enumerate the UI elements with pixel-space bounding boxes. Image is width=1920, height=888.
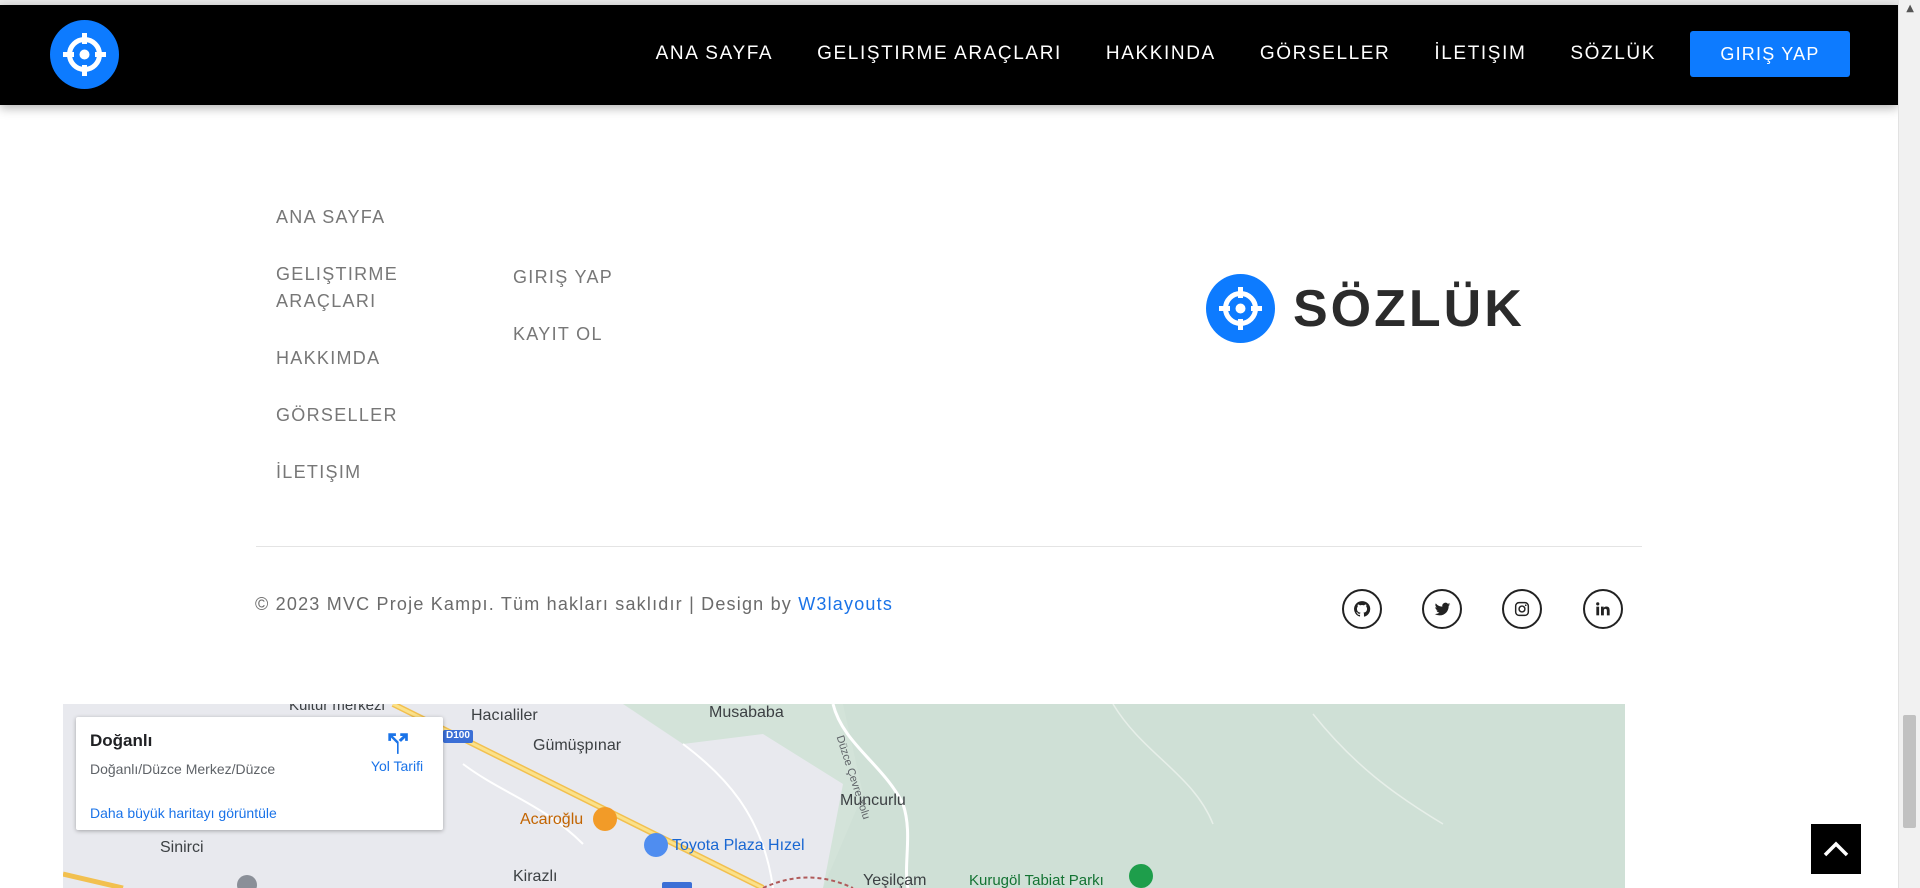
footer-link-register[interactable]: KAYIT OL bbox=[513, 321, 603, 348]
footer-link-home[interactable]: ANA SAYFA bbox=[276, 204, 385, 231]
nav-about[interactable]: HAKKINDA bbox=[1106, 43, 1216, 65]
map-label-hacialiler: Hacıaliler bbox=[471, 707, 538, 724]
nav-dev-tools[interactable]: GELIŞTIRME ARAÇLARI bbox=[817, 43, 1062, 65]
instagram-link[interactable] bbox=[1502, 589, 1542, 629]
copyright-text: © 2023 MVC Proje Kampı. Tüm hakları sakl… bbox=[255, 594, 799, 614]
nav-home[interactable]: ANA SAYFA bbox=[656, 43, 774, 65]
embedded-map[interactable]: Kültür merkezi Hacıaliler Musababa Gümüş… bbox=[63, 704, 1625, 888]
footer-link-contact[interactable]: İLETIŞIM bbox=[276, 459, 361, 486]
nav-links: ANA SAYFA GELIŞTIRME ARAÇLARI HAKKINDA G… bbox=[612, 31, 1850, 77]
map-label-acaroglu: Acaroğlu bbox=[520, 811, 584, 828]
page-scrollbar[interactable]: ▲ bbox=[1898, 0, 1920, 888]
nav-images[interactable]: GÖRSELLER bbox=[1260, 43, 1391, 65]
footer-brand[interactable]: SÖZLÜK bbox=[1206, 274, 1525, 343]
directions-label: Yol Tarifi bbox=[370, 758, 424, 774]
linkedin-icon bbox=[1596, 602, 1610, 616]
scroll-up-arrow-icon[interactable]: ▲ bbox=[1906, 3, 1914, 14]
larger-map-link[interactable]: Daha büyük haritayı görüntüle bbox=[90, 805, 277, 821]
scrollbar-thumb[interactable] bbox=[1903, 715, 1916, 828]
map-place-card: Doğanlı Doğanlı/Düzce Merkez/Düzce Daha … bbox=[76, 717, 443, 830]
github-icon bbox=[1354, 601, 1371, 617]
map-label-musababa: Musababa bbox=[709, 704, 784, 721]
nav-dictionary[interactable]: SÖZLÜK bbox=[1570, 43, 1656, 65]
map-label-yesilcam: Yeşilçam bbox=[863, 872, 927, 888]
linkedin-link[interactable] bbox=[1583, 589, 1623, 629]
map-label-muncurlu: Muncurlu bbox=[840, 792, 906, 809]
footer-link-about[interactable]: HAKKIMDA bbox=[276, 345, 380, 372]
map-label-sinirci: Sinirci bbox=[160, 839, 204, 856]
copyright: © 2023 MVC Proje Kampı. Tüm hakları sakl… bbox=[255, 594, 893, 615]
github-link[interactable] bbox=[1342, 589, 1382, 629]
footer-link-login[interactable]: GIRIŞ YAP bbox=[513, 264, 613, 291]
map-label-kirazli: Kirazlı bbox=[513, 868, 558, 885]
map-label-gumuspinar: Gümüşpınar bbox=[533, 737, 622, 754]
footer-link-dev-tools-line1[interactable]: GELIŞTIRME bbox=[276, 261, 398, 288]
twitter-icon bbox=[1434, 602, 1450, 615]
crosshair-icon bbox=[63, 33, 106, 76]
site-logo[interactable] bbox=[50, 20, 119, 89]
brand-logo bbox=[1206, 274, 1275, 343]
footer-link-dev-tools-line2[interactable]: ARAÇLARI bbox=[276, 288, 376, 315]
login-button[interactable]: GIRIŞ YAP bbox=[1690, 31, 1850, 77]
w3layouts-link[interactable]: W3layouts bbox=[798, 594, 893, 614]
footer-link-images[interactable]: GÖRSELLER bbox=[276, 402, 398, 429]
brand-name: SÖZLÜK bbox=[1293, 279, 1525, 338]
crosshair-icon bbox=[1219, 287, 1262, 330]
back-to-top-button[interactable] bbox=[1811, 824, 1861, 874]
directions-button[interactable]: Yol Tarifi bbox=[362, 730, 432, 774]
map-label-kurugol: Kurugöl Tabiat Parkı bbox=[969, 872, 1104, 888]
map-label-d100: D100 bbox=[446, 730, 470, 741]
nav-contact[interactable]: İLETIŞIM bbox=[1434, 43, 1526, 65]
map-label-kultur: Kültür merkezi bbox=[289, 704, 385, 714]
twitter-link[interactable] bbox=[1422, 589, 1462, 629]
chevron-up-icon bbox=[1823, 841, 1849, 857]
instagram-icon bbox=[1514, 601, 1530, 617]
navbar: ANA SAYFA GELIŞTIRME ARAÇLARI HAKKINDA G… bbox=[0, 5, 1898, 105]
map-label-toyota: Toyota Plaza Hızel bbox=[672, 837, 805, 854]
footer-divider bbox=[256, 546, 1642, 547]
place-address: Doğanlı/Düzce Merkez/Düzce bbox=[90, 761, 276, 777]
directions-icon bbox=[388, 733, 408, 754]
place-title: Doğanlı bbox=[90, 731, 153, 750]
